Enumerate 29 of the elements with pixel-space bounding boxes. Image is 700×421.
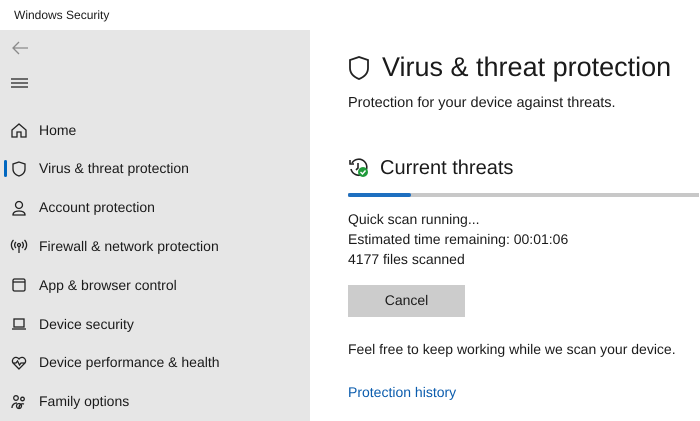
clock-check-icon: [348, 156, 370, 179]
cancel-button[interactable]: Cancel: [348, 284, 465, 317]
back-arrow-icon[interactable]: [11, 40, 29, 55]
page-title: Virus & threat protection: [382, 54, 672, 81]
person-icon: [10, 198, 28, 217]
sidebar-item[interactable]: Firewall & network protection: [0, 227, 310, 266]
window-icon: [10, 276, 28, 294]
antenna-icon: [10, 237, 28, 256]
status-text: 4177 files scanned: [348, 250, 466, 269]
heart-pulse-icon: [10, 354, 28, 372]
shield-icon: [348, 54, 370, 80]
sidebar-item[interactable]: Virus & threat protection: [0, 149, 310, 188]
window-title: Windows Security: [14, 7, 110, 24]
status-text: Estimated time remaining: 00:01:06: [348, 230, 570, 249]
family-icon: [10, 392, 28, 411]
menu-icon[interactable]: [11, 76, 28, 89]
shield-icon: [10, 160, 28, 178]
home-icon: [10, 121, 28, 140]
sidebar-item[interactable]: Family options: [0, 382, 310, 421]
sidebar-item[interactable]: Device performance & health: [0, 343, 310, 382]
info-text: Feel free to keep working while we scan your device.: [348, 340, 677, 359]
protection-history-link[interactable]: Protection history: [348, 382, 456, 403]
sidebar-item[interactable]: Home: [0, 110, 310, 150]
sidebar-item[interactable]: Device security: [0, 304, 310, 344]
sidebar-item[interactable]: Account protection: [0, 188, 310, 228]
section-title: Current threats: [380, 156, 514, 181]
page-subtitle: Protection for your device against threats.: [348, 94, 617, 113]
status-text: Quick scan running...: [348, 210, 481, 229]
sidebar-item[interactable]: App & browser control: [0, 266, 310, 305]
